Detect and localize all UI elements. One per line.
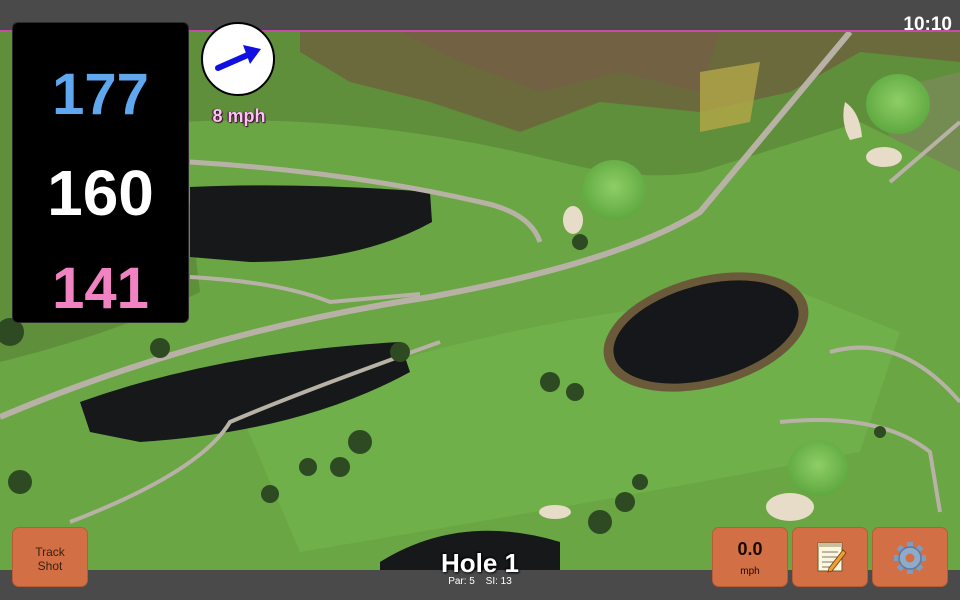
putting-green-1 <box>582 160 646 220</box>
hole-info: Par: 5 SI: 13 <box>380 576 580 587</box>
track-shot-label-line2: Shot <box>37 559 63 573</box>
bunker <box>563 206 583 234</box>
arrow-icon <box>215 45 261 71</box>
bunker <box>866 147 902 167</box>
track-shot-label: Track Shot <box>13 545 87 573</box>
speed-button[interactable]: 0.0 mph <box>712 527 788 587</box>
scorecard-button[interactable] <box>792 527 868 587</box>
hole-title: Hole 1 <box>440 548 520 578</box>
speed-unit: mph <box>740 566 760 577</box>
putting-green-3 <box>788 440 848 496</box>
back-distance: 177 <box>52 62 149 127</box>
bunker <box>766 493 814 521</box>
bunker <box>539 505 571 519</box>
distance-panel: 177 160 141 <box>12 22 189 323</box>
hole-par: Par: 5 <box>448 576 475 587</box>
track-shot-label-line1: Track <box>35 545 65 559</box>
notepad-icon <box>817 542 847 573</box>
front-distance: 141 <box>52 256 149 321</box>
middle-distance: 160 <box>47 157 154 229</box>
wind-indicator <box>201 22 275 96</box>
wind-speed: 8 mph <box>212 106 266 126</box>
settings-button[interactable] <box>872 527 948 587</box>
speed-value: 0.0 <box>737 539 763 559</box>
hole-stroke-index: SI: 13 <box>485 576 512 587</box>
gear-icon <box>894 542 926 574</box>
putting-green-2 <box>866 74 930 134</box>
track-shot-button[interactable]: Track Shot <box>12 527 88 587</box>
